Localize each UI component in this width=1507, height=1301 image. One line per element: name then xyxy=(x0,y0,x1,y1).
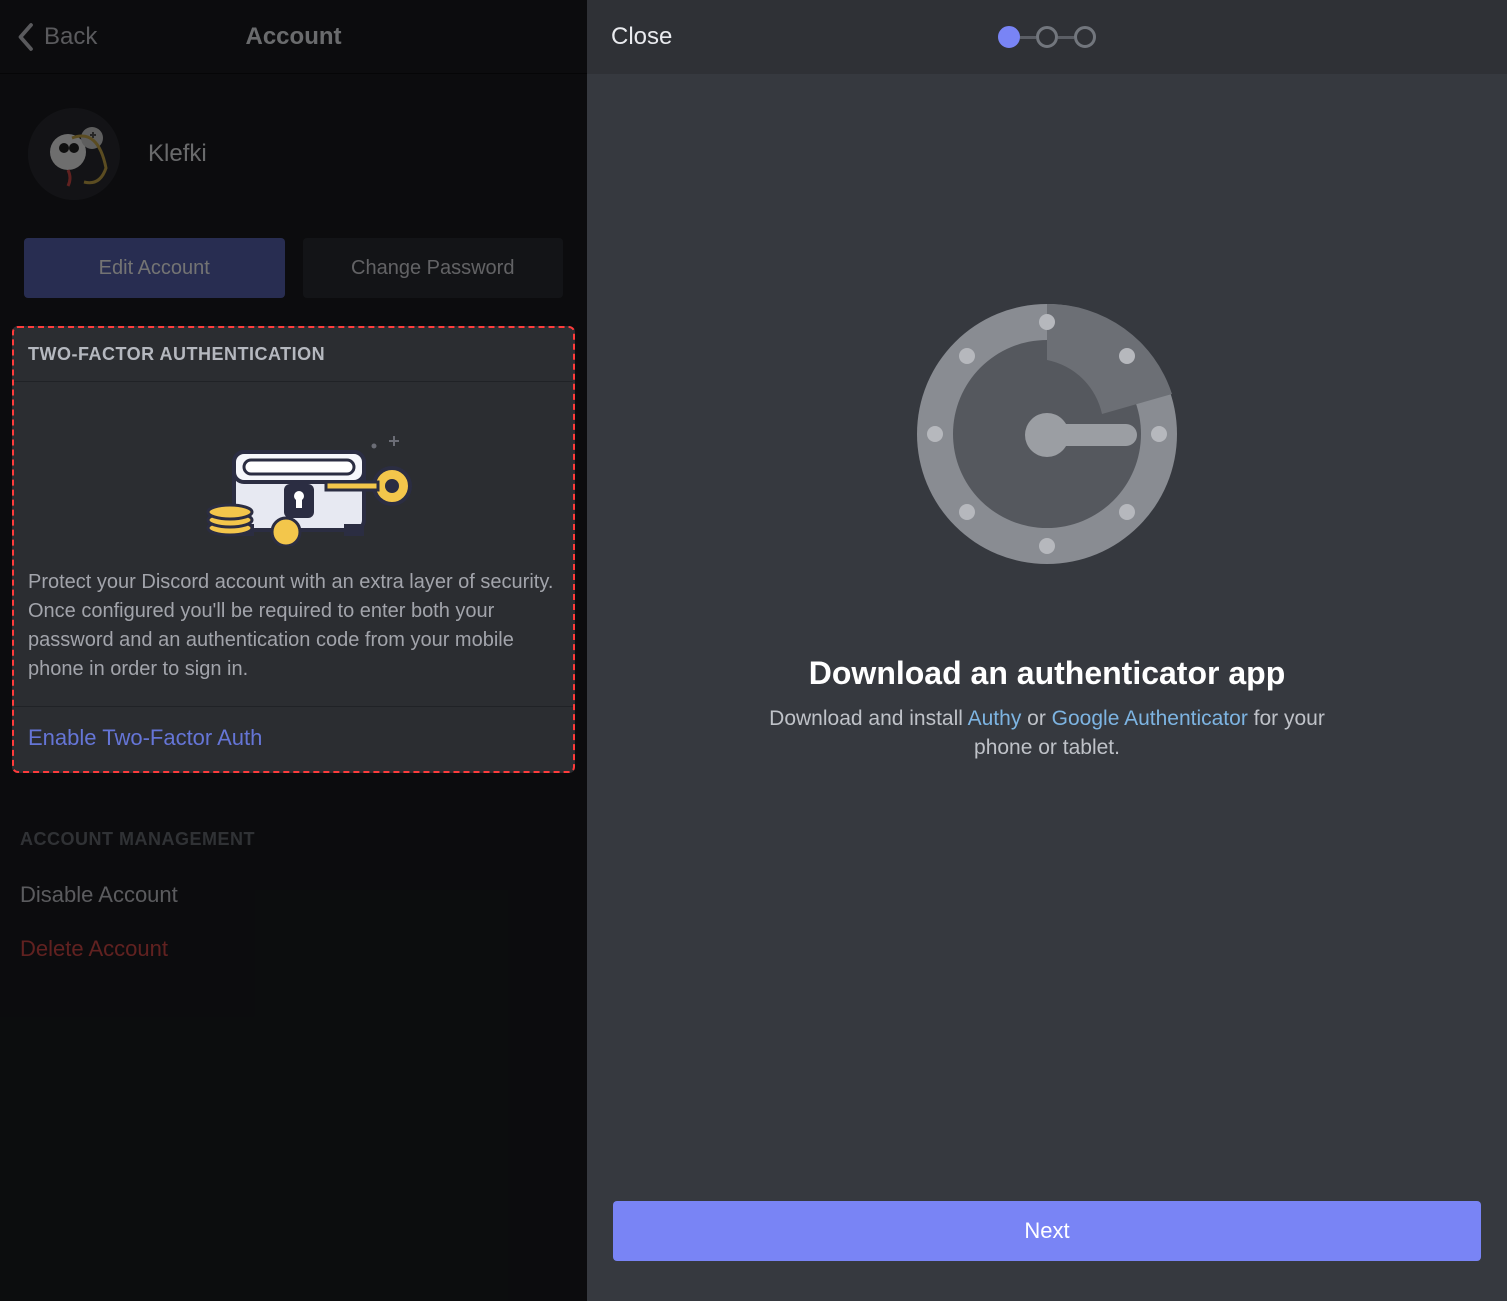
back-button[interactable]: Back xyxy=(16,22,97,52)
edit-account-label: Edit Account xyxy=(99,257,210,280)
two-factor-illustration xyxy=(14,382,573,568)
step-indicator xyxy=(998,26,1096,48)
edit-account-button[interactable]: Edit Account xyxy=(24,238,285,298)
disable-account-item[interactable]: Disable Account xyxy=(0,868,587,922)
account-buttons-row: Edit Account Change Password xyxy=(0,238,587,326)
avatar[interactable] xyxy=(28,108,120,200)
account-management-section: ACCOUNT MANAGEMENT Disable Account Delet… xyxy=(0,829,587,976)
authenticator-icon xyxy=(897,284,1197,589)
disable-account-label: Disable Account xyxy=(20,882,178,907)
setup-body: Download an authenticator app Download a… xyxy=(587,74,1507,1301)
setup-title: Download an authenticator app xyxy=(809,655,1285,692)
two-factor-description: Protect your Discord account with an ext… xyxy=(14,568,573,707)
two-factor-card: TWO-FACTOR AUTHENTICATION xyxy=(12,326,575,773)
step-line xyxy=(1020,36,1036,39)
setup-sub-pre: Download and install xyxy=(769,707,967,730)
enable-two-factor-link[interactable]: Enable Two-Factor Auth xyxy=(28,725,262,750)
setup-sub-mid: or xyxy=(1021,707,1051,730)
step-line xyxy=(1058,36,1074,39)
account-management-header: ACCOUNT MANAGEMENT xyxy=(0,829,587,868)
delete-account-label: Delete Account xyxy=(20,936,168,961)
change-password-label: Change Password xyxy=(351,257,514,280)
step-dot-3 xyxy=(1074,26,1096,48)
google-authenticator-link[interactable]: Google Authenticator xyxy=(1052,707,1248,730)
authy-link[interactable]: Authy xyxy=(968,707,1022,730)
change-password-button[interactable]: Change Password xyxy=(303,238,564,298)
next-label: Next xyxy=(1024,1218,1069,1244)
avatar-image xyxy=(28,108,120,200)
back-label: Back xyxy=(44,23,97,51)
account-settings-panel: Back Account Klefki Edit xyxy=(0,0,587,1301)
next-button[interactable]: Next xyxy=(613,1201,1481,1261)
setup-subtitle: Download and install Authy or Google Aut… xyxy=(757,704,1337,763)
two-factor-setup-panel: Close xyxy=(587,0,1507,1301)
profile-row: Klefki xyxy=(0,74,587,238)
close-label: Close xyxy=(611,23,672,50)
chevron-left-icon xyxy=(16,22,34,52)
delete-account-item[interactable]: Delete Account xyxy=(0,922,587,976)
setup-top-bar: Close xyxy=(587,0,1507,74)
two-factor-header: TWO-FACTOR AUTHENTICATION xyxy=(14,328,573,382)
username-label: Klefki xyxy=(148,140,207,168)
step-dot-2 xyxy=(1036,26,1058,48)
page-title: Account xyxy=(246,23,342,51)
nav-bar: Back Account xyxy=(0,0,587,74)
step-dot-1 xyxy=(998,26,1020,48)
close-button[interactable]: Close xyxy=(611,23,672,51)
